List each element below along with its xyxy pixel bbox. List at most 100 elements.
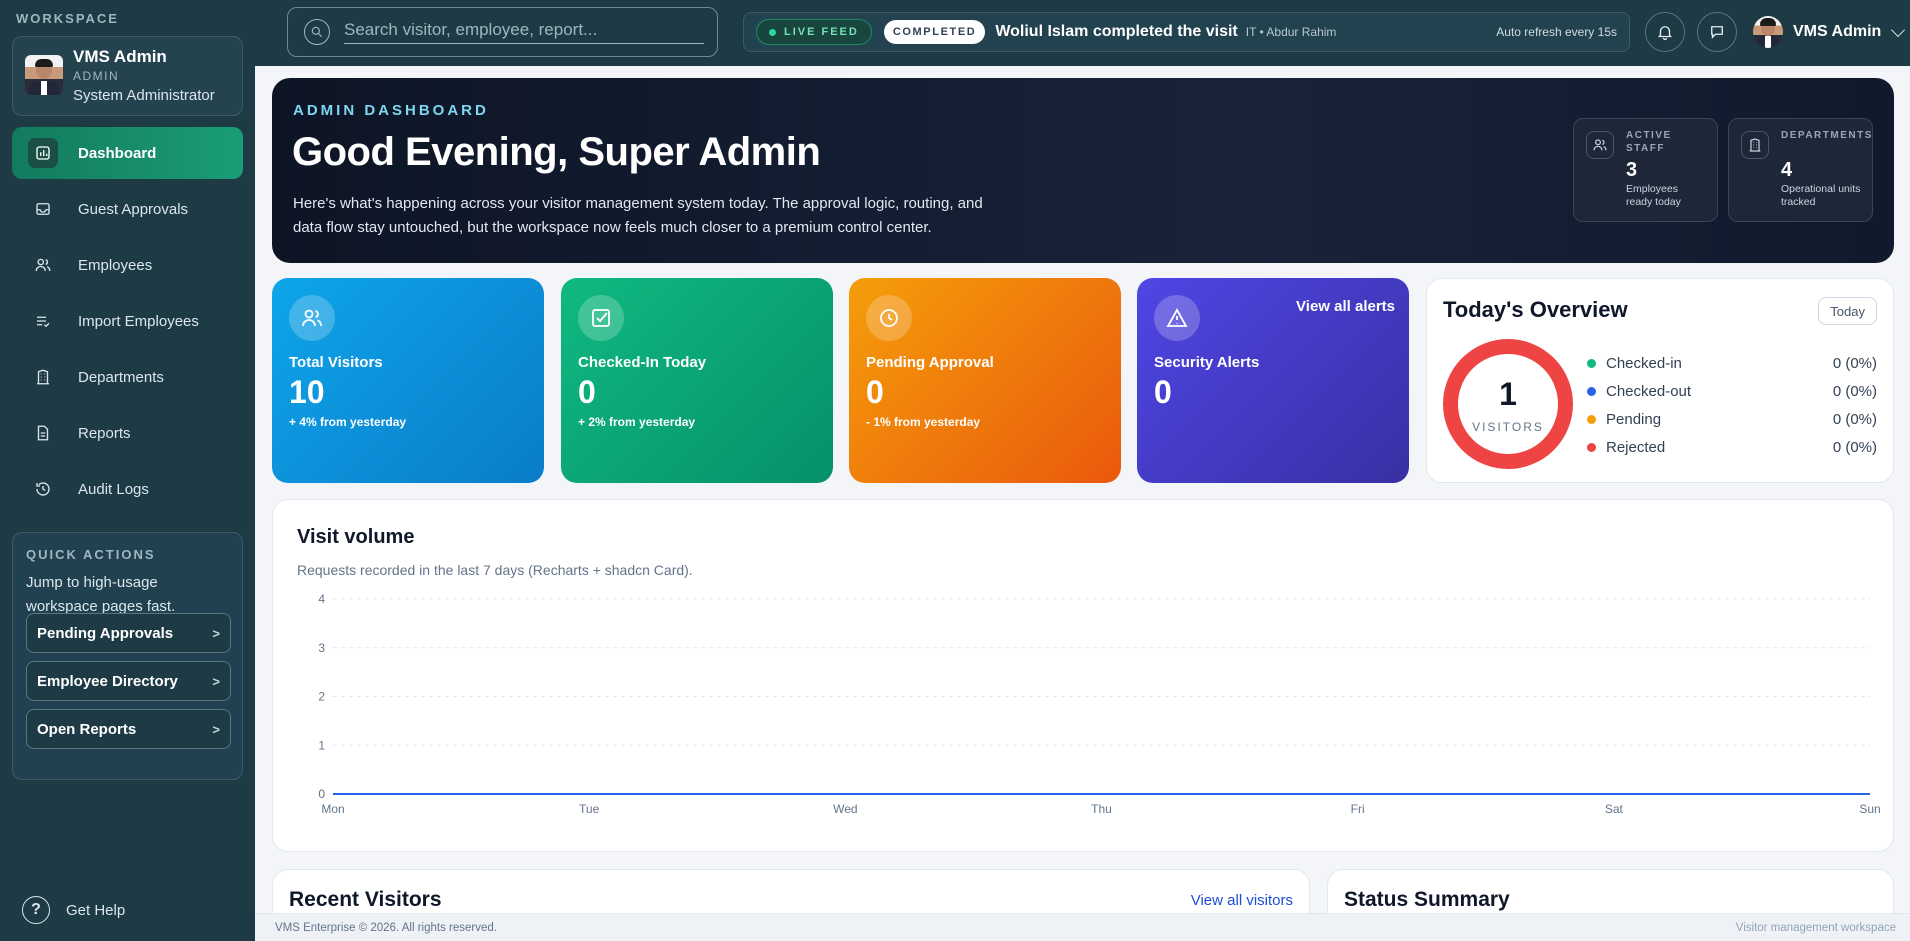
- y-tick-label: 4: [318, 592, 325, 606]
- dashboard-icon: [28, 138, 58, 168]
- x-tick-label: Mon: [321, 802, 344, 816]
- quick-action-pending-approvals[interactable]: Pending Approvals >: [26, 613, 231, 653]
- sidebar-item-label: Guest Approvals: [78, 200, 189, 218]
- x-tick-label: Tue: [579, 802, 600, 816]
- overview-title: Today's Overview: [1443, 297, 1628, 322]
- view-all-visitors-link[interactable]: View all visitors: [1191, 892, 1293, 909]
- chevron-right-icon: >: [212, 721, 220, 737]
- x-tick-label: Sat: [1605, 802, 1624, 816]
- overview-filter-button[interactable]: Today: [1818, 297, 1877, 325]
- quick-action-label: Open Reports: [37, 720, 137, 738]
- notifications-button[interactable]: [1645, 12, 1685, 52]
- kpi-label: Checked-In Today: [578, 354, 707, 371]
- view-all-alerts-link[interactable]: View all alerts: [1296, 298, 1395, 315]
- hero-eyebrow: ADMIN DASHBOARD: [293, 102, 489, 119]
- x-tick-label: Sun: [1859, 802, 1880, 816]
- status-badge: COMPLETED: [883, 20, 986, 44]
- sidebar-item-employees[interactable]: Employees: [12, 239, 243, 291]
- quick-action-label: Pending Approvals: [37, 624, 174, 642]
- file-icon: [28, 418, 58, 448]
- sidebar-item-label: Reports: [78, 424, 131, 442]
- bell-icon: [1658, 26, 1672, 41]
- kpi-value: 10: [289, 374, 325, 410]
- legend-label: Checked-in: [1606, 354, 1682, 372]
- legend-item: Rejected 0 (0%): [1587, 433, 1877, 461]
- profile-role: ADMIN: [73, 69, 120, 83]
- active-staff-stat: ACTIVE STAFF 3 Employees ready today: [1573, 118, 1718, 222]
- sidebar-item-reports[interactable]: Reports: [12, 407, 243, 459]
- recent-visitors-title: Recent Visitors: [289, 888, 442, 911]
- message-icon: [1711, 26, 1723, 39]
- feed-meta: IT • Abdur Rahim: [1245, 25, 1337, 39]
- kpi-delta: - 1% from yesterday: [866, 415, 981, 429]
- kpi-total-visitors[interactable]: Total Visitors 10 + 4% from yesterday: [272, 278, 544, 483]
- sidebar-item-label: Audit Logs: [78, 480, 149, 498]
- x-tick-label: Thu: [1091, 802, 1112, 816]
- help-icon: ?: [22, 896, 50, 924]
- history-icon: [28, 474, 58, 504]
- sidebar: WORKSPACE VMS Admin ADMIN System Adminis…: [0, 0, 255, 941]
- legend-value: 0 (0%): [1832, 438, 1877, 456]
- quick-action-label: Employee Directory: [37, 672, 178, 690]
- topbar: LIVE FEED COMPLETED Woliul Islam complet…: [255, 0, 1910, 66]
- live-feed-label: LIVE FEED: [784, 26, 859, 38]
- chevron-right-icon: >: [212, 673, 220, 689]
- kpi-checked-in-today[interactable]: Checked-In Today 0 + 2% from yesterday: [561, 278, 833, 483]
- check-square-icon: [578, 295, 624, 341]
- user-name: VMS Admin: [1793, 23, 1882, 40]
- search-box[interactable]: [287, 7, 718, 57]
- auto-refresh-label: Auto refresh every 15s: [1496, 25, 1617, 39]
- todays-overview-card: Today's Overview Today 1 VISITORS Checke…: [1426, 278, 1894, 483]
- users-icon: [28, 250, 58, 280]
- messages-button[interactable]: [1697, 12, 1737, 52]
- kpi-delta: + 2% from yesterday: [578, 415, 696, 429]
- sidebar-item-guest-approvals[interactable]: Guest Approvals: [12, 183, 243, 235]
- quick-action-open-reports[interactable]: Open Reports >: [26, 709, 231, 749]
- legend-label: Pending: [1606, 410, 1662, 428]
- sidebar-item-import-employees[interactable]: Import Employees: [12, 295, 243, 347]
- workspace-label: WORKSPACE: [16, 11, 119, 26]
- legend-swatch: [1587, 442, 1596, 452]
- legend-swatch: [1587, 386, 1596, 396]
- get-help-button[interactable]: ? Get Help: [22, 896, 125, 924]
- departments-stat: DEPARTMENTS 4 Operational units tracked: [1728, 118, 1873, 222]
- kpi-label: Pending Approval: [866, 354, 994, 371]
- y-tick-label: 1: [318, 738, 325, 752]
- sidebar-item-label: Import Employees: [78, 312, 199, 330]
- kpi-delta: + 4% from yesterday: [289, 415, 407, 429]
- search-input[interactable]: [344, 20, 704, 44]
- status-summary-title: Status Summary: [1344, 888, 1510, 911]
- kpi-security-alerts[interactable]: View all alerts Security Alerts 0: [1137, 278, 1409, 483]
- x-tick-label: Fri: [1351, 802, 1365, 816]
- quick-action-employee-directory[interactable]: Employee Directory >: [26, 661, 231, 701]
- sidebar-item-dashboard[interactable]: Dashboard: [12, 127, 243, 179]
- donut-total: 1: [1499, 376, 1517, 412]
- users-icon: [289, 295, 335, 341]
- user-menu[interactable]: VMS Admin: [1753, 16, 1906, 48]
- hero-description: Here's what's happening across your visi…: [293, 195, 983, 236]
- stat-value: 3: [1626, 159, 1638, 181]
- donut-label: VISITORS: [1472, 420, 1544, 434]
- y-tick-label: 3: [318, 641, 325, 655]
- profile-card[interactable]: VMS Admin ADMIN System Administrator: [12, 36, 243, 116]
- avatar: [1753, 16, 1783, 48]
- building-icon: [1741, 131, 1769, 159]
- sidebar-item-label: Departments: [78, 368, 164, 386]
- kpi-value: 0: [578, 374, 596, 410]
- y-tick-label: 0: [318, 787, 325, 801]
- quick-actions-description: Jump to high-usage workspace pages fast.: [26, 574, 176, 615]
- profile-name: VMS Admin: [73, 47, 167, 66]
- visit-volume-chart: 0 1 2 3 4 Mon Tue Wed Thu Fri Sat Sun: [318, 592, 1880, 816]
- list-check-icon: [28, 306, 58, 336]
- kpi-label: Security Alerts: [1154, 354, 1260, 371]
- footer-copyright: VMS Enterprise © 2026. All rights reserv…: [275, 922, 497, 934]
- stat-label: ACTIVE STAFF: [1626, 130, 1672, 154]
- sidebar-item-audit-logs[interactable]: Audit Logs: [12, 463, 243, 515]
- sidebar-item-label: Employees: [78, 256, 153, 274]
- kpi-pending-approval[interactable]: Pending Approval 0 - 1% from yesterday: [849, 278, 1121, 483]
- sidebar-item-departments[interactable]: Departments: [12, 351, 243, 403]
- kpi-value: 0: [1154, 374, 1172, 410]
- stat-value: 4: [1781, 159, 1793, 181]
- sidebar-nav: Dashboard Guest Approvals Employees Impo…: [12, 127, 243, 519]
- inbox-icon: [28, 194, 58, 224]
